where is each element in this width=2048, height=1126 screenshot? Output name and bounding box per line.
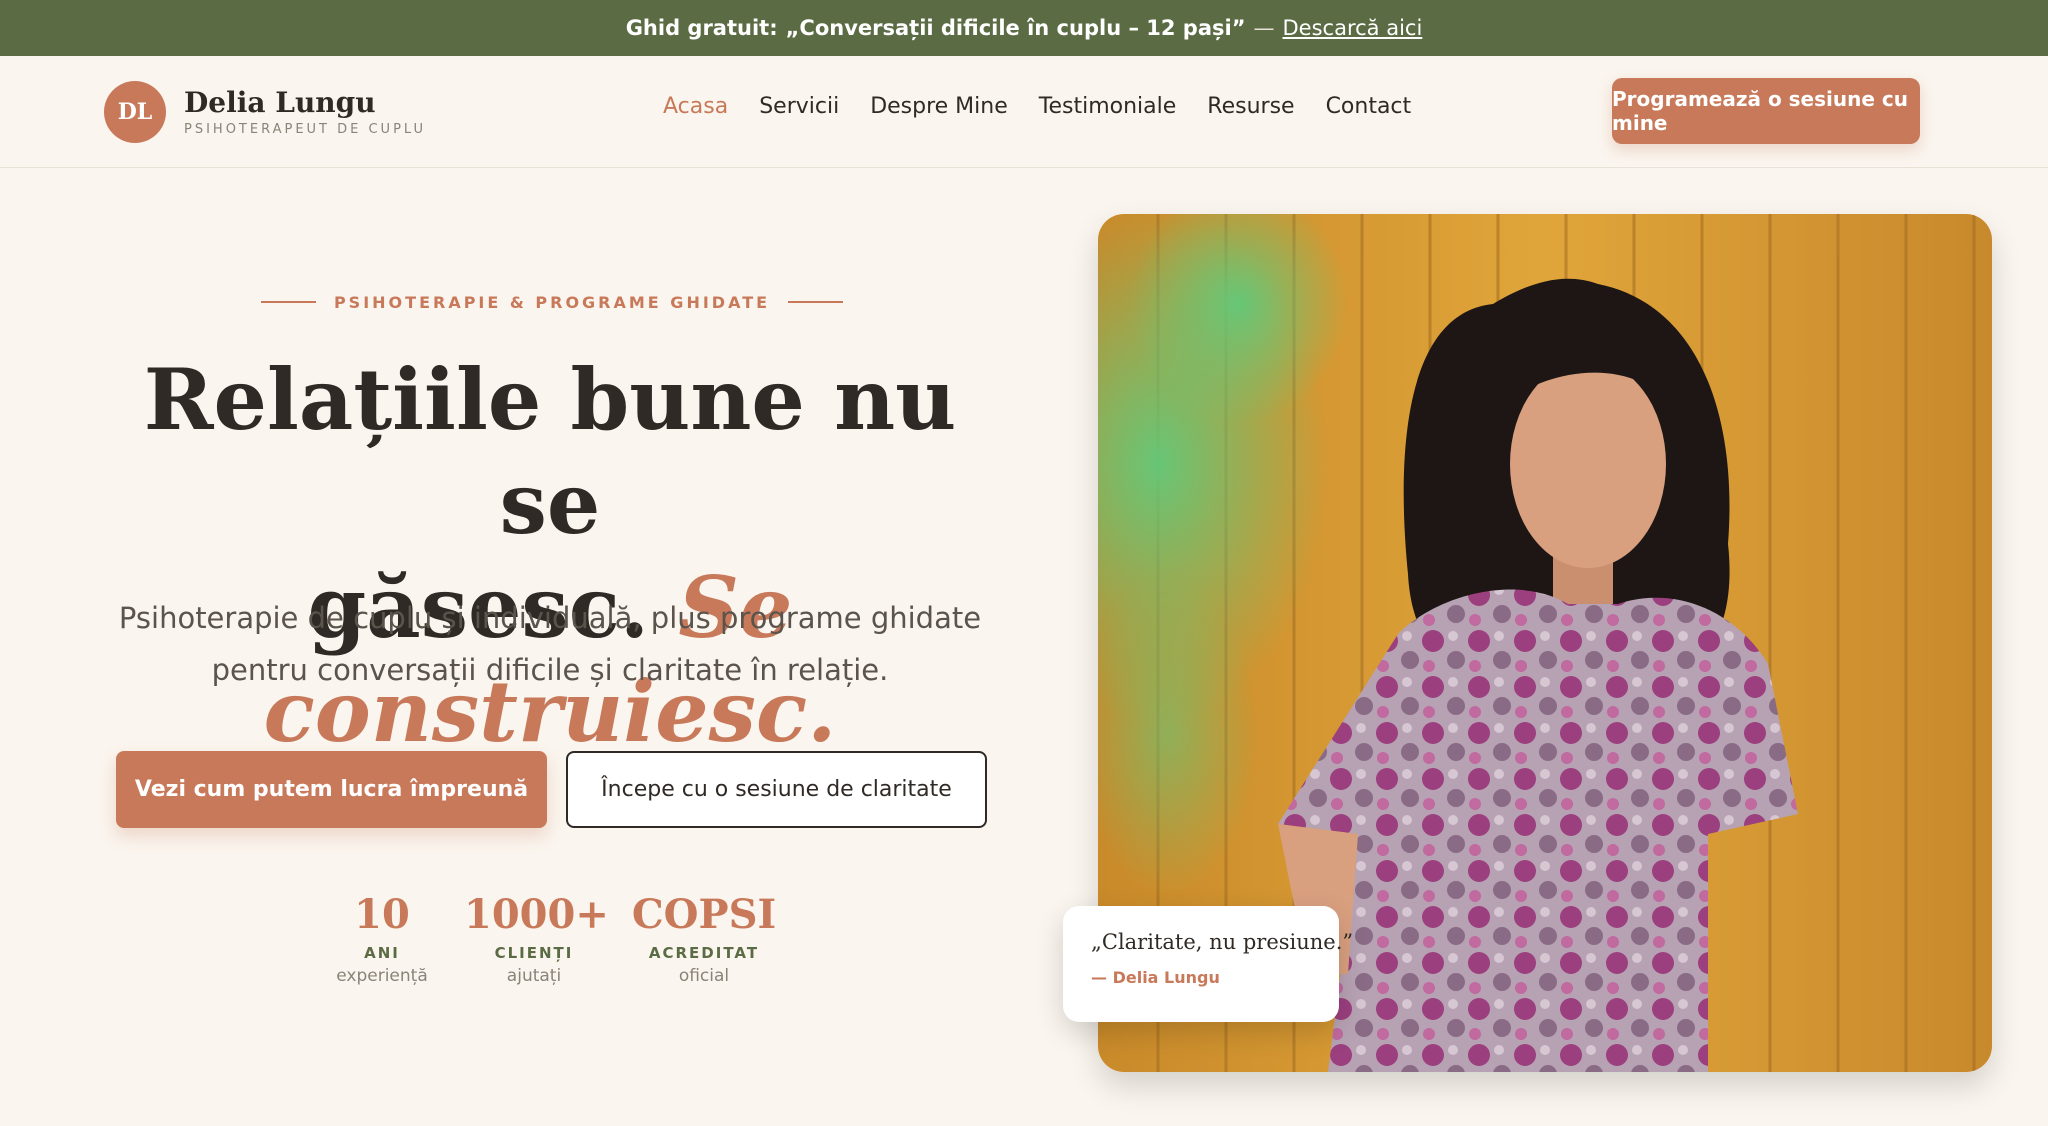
stat-label: CLIENȚI [494,944,574,962]
stat-accreditation: COPSI ACREDITAT oficial [624,891,784,987]
hero-title: Relațiile bune nu se găsesc. Se construi… [100,348,1000,764]
quote-card: „Claritate, nu presiune.” — Delia Lungu [1063,906,1354,1022]
nav-item-resurse[interactable]: Resurse [1207,94,1294,119]
eyebrow-text: PSIHOTERAPIE & PROGRAME GHIDATE [333,292,771,312]
work-together-button[interactable]: Vezi cum putem lucra împreună [116,751,547,828]
hero-eyebrow: PSIHOTERAPIE & PROGRAME GHIDATE [261,290,843,314]
hero-description: Psihoterapie de cuplu și individuală, pl… [118,601,982,687]
stat-experience: 10 ANI experiență [322,891,442,987]
nav-item-despre-mine[interactable]: Despre Mine [870,94,1008,119]
brand-subtitle: PSIHOTERAPEUT DE CUPLU [184,122,427,137]
main-nav: Acasa Servicii Despre Mine Testimoniale … [663,94,1411,119]
stat-value: 1000+ [464,891,609,938]
eyebrow-line-right [788,301,843,303]
stat-sub: experiență [336,966,428,986]
nav-item-servicii[interactable]: Servicii [759,94,839,119]
quote-text: „Claritate, nu presiune.” [1091,930,1354,954]
stat-value: 10 [354,891,410,938]
nav-item-testimoniale[interactable]: Testimoniale [1039,94,1177,119]
announcement-guide-title: „Conversații dificile în cuplu – 12 pași… [785,16,1246,40]
nav-item-acasa[interactable]: Acasa [663,94,728,119]
announcement-bar: Ghid gratuit: „Conversații dificile în c… [0,0,2048,56]
stat-sub: oficial [678,966,730,986]
hero-title-line1: Relațiile bune nu se [143,350,957,553]
announcement-separator: — [1253,16,1275,40]
announcement-prefix: Ghid gratuit: [625,16,778,40]
stat-clients: 1000+ CLIENȚI ajutați [464,891,609,987]
stat-label: ANI [364,944,400,962]
download-guide-link[interactable]: Descarcă aici [1283,16,1423,40]
stat-sub: ajutați [506,966,562,986]
stat-value: COPSI [631,891,777,938]
nav-item-contact[interactable]: Contact [1326,94,1412,119]
logo-badge[interactable]: DL [104,81,166,143]
site-header: DL Delia Lungu PSIHOTERAPEUT DE CUPLU Ac… [0,56,2048,168]
brand-name[interactable]: Delia Lungu [184,86,376,119]
eyebrow-line-left [261,301,316,303]
stat-label: ACREDITAT [648,944,760,962]
book-session-button[interactable]: Programează o sesiune cu mine [1612,78,1920,144]
quote-author: — Delia Lungu [1091,968,1220,987]
clarity-session-button[interactable]: Începe cu o sesiune de claritate [566,751,987,828]
